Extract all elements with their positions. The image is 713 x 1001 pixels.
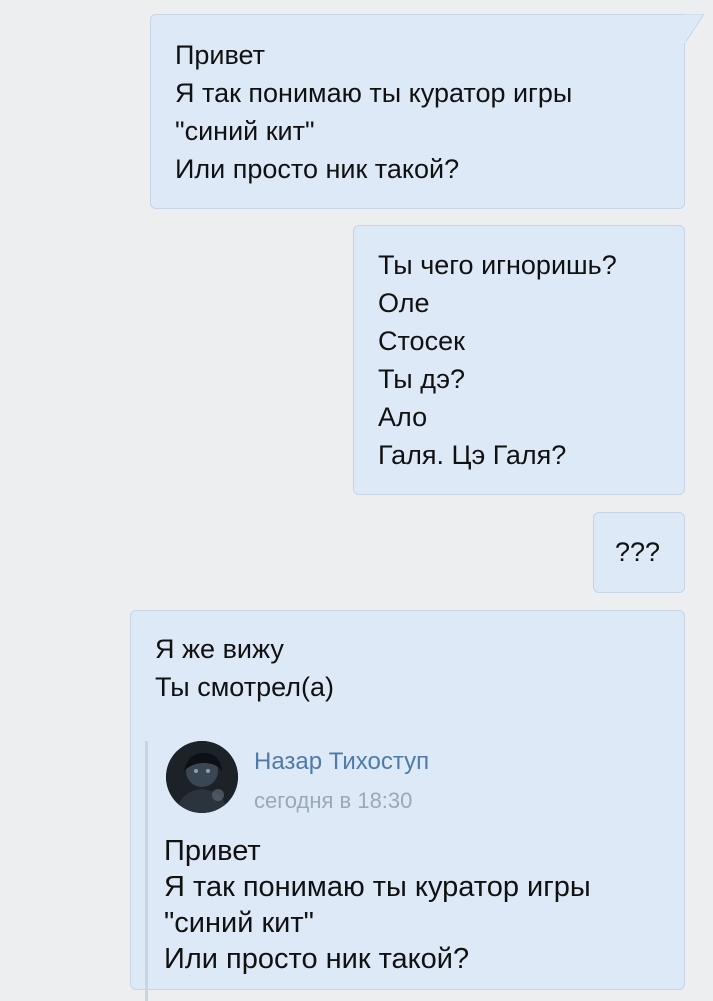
- message-bubble-1[interactable]: Привет Я так понимаю ты куратор игры "си…: [150, 14, 685, 209]
- message-bubble-2[interactable]: Ты чего игноришь? Оле Стосек Ты дэ? Ало …: [353, 225, 685, 495]
- message-line: Ты чего игноришь?: [378, 250, 617, 280]
- user-avatar-photo-icon[interactable]: [166, 741, 238, 813]
- message-line: Стосек: [378, 326, 465, 356]
- message-line: Привет: [175, 40, 266, 70]
- message-line: Галя. Цэ Галя?: [378, 440, 567, 470]
- message-timestamp: сегодня в 18:30: [254, 788, 413, 813]
- message-line: "синий кит": [175, 116, 315, 146]
- message-line: ???: [615, 537, 661, 567]
- message-line: Или просто ник такой?: [175, 154, 460, 184]
- message-line: Оле: [378, 288, 430, 318]
- forwarded-text: Привет Я так понимаю ты куратор игры "си…: [164, 833, 591, 977]
- bubble-tail: [684, 14, 706, 44]
- message-line: Ало: [378, 402, 428, 432]
- message-bubble-3[interactable]: ???: [593, 512, 685, 593]
- message-bubble-4[interactable]: Я же вижу Ты смотрел(а) Назар Тихоступ с…: [130, 610, 685, 1001]
- author-name-link[interactable]: Назар Тихоступ: [254, 747, 429, 777]
- message-line: Ты дэ?: [378, 364, 466, 394]
- message-line: Ты смотрел(а): [155, 672, 334, 702]
- message-line: Я же вижу: [155, 634, 284, 664]
- forwarded-message[interactable]: Назар Тихоступ сегодня в 18:30 Привет Я …: [145, 741, 665, 1001]
- message-line: Или просто ник такой?: [164, 943, 470, 975]
- message-line: Привет: [164, 835, 261, 867]
- message-line: "синий кит": [164, 907, 314, 939]
- message-line: Я так понимаю ты куратор игры: [164, 871, 591, 903]
- message-line: Я так понимаю ты куратор игры: [175, 78, 573, 108]
